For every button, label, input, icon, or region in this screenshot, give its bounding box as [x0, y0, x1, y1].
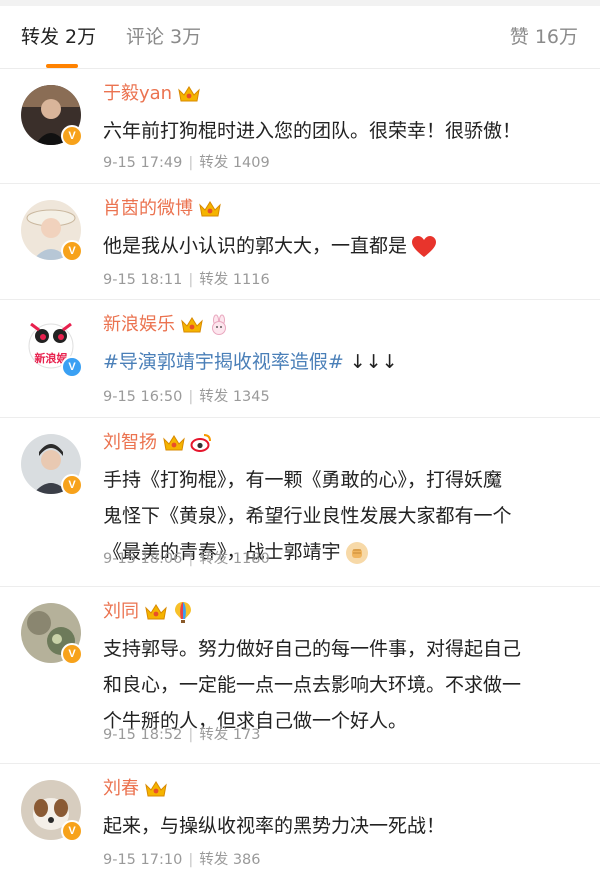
avatar[interactable]: V [21, 434, 83, 496]
verified-badge-icon: V [61, 356, 83, 378]
repost-count: 1116 [232, 272, 270, 288]
arrows-text: ↓↓↓ [343, 351, 398, 373]
repost-count: 386 [232, 852, 261, 868]
post-line: 起来，与操纵收视率的黑势力决一死战！ [103, 815, 446, 837]
verified-badge-icon: V [61, 820, 83, 842]
post-text: 六年前打狗棍时进入您的团队。很荣幸！很骄傲！ [103, 113, 583, 149]
tab-comment[interactable]: 评论 3万 [126, 24, 201, 50]
timestamp: 9-15 17:49 [103, 155, 183, 171]
red-heart-icon [412, 235, 437, 257]
post-line: 支持郭导。努力做好自己的每一件事，对得起自己 [103, 638, 522, 660]
repost-label: 转发 [199, 389, 229, 405]
hot-air-balloon-icon [175, 602, 191, 623]
timestamp: 9-15 18:06 [103, 551, 183, 567]
repost-label: 转发 [199, 727, 229, 743]
weibo-logo-icon [190, 434, 211, 452]
verified-badge-icon: V [61, 643, 83, 665]
repost-label: 转发 [199, 551, 229, 567]
crown-vip-icon [199, 201, 221, 217]
verified-badge-icon: V [61, 474, 83, 496]
active-tab-indicator [46, 64, 78, 68]
username[interactable]: 新浪娱乐 [103, 312, 175, 338]
crown-vip-icon [145, 604, 167, 620]
post-line: 他是我从小认识的郭大大，一直都是 [103, 228, 583, 264]
repost-label: 转发 [199, 852, 229, 868]
list-item: V 刘春 起来，与操纵收视率的黑势力决一死战！ 9-15 17:10 | 转发 38… [0, 764, 600, 882]
tab-bar: 转发 2万 评论 3万 赞 16万 [0, 6, 600, 69]
post-meta: 9-15 16:50 | 转发 1345 [103, 389, 270, 405]
repost-count: 1180 [232, 551, 270, 567]
post-meta: 9-15 18:11 | 转发 1116 [103, 272, 270, 288]
post-text: #导演郭靖宇揭收视率造假# ↓↓↓ [103, 344, 583, 380]
avatar[interactable]: V [21, 603, 83, 665]
list-item: V 刘同 支持郭导。努力做好自己的每一件事，对得起自己 和良心，一定能一点一点去… [0, 587, 600, 764]
username[interactable]: 刘智扬 [103, 430, 157, 456]
list-item: V 于毅yan 六年前打狗棍时进入您的团队。很荣幸！很骄傲！ 9-15 17:4… [0, 69, 600, 184]
post-line: #导演郭靖宇揭收视率造假# ↓↓↓ [103, 344, 583, 380]
timestamp: 9-15 17:10 [103, 852, 183, 868]
post-line: 六年前打狗棍时进入您的团队。很荣幸！很骄傲！ [103, 120, 522, 142]
tab-repost[interactable]: 转发 2万 [21, 24, 96, 50]
rabbit-icon [212, 314, 226, 335]
username[interactable]: 刘同 [103, 599, 139, 625]
post-line-text: 他是我从小认识的郭大大，一直都是 [103, 235, 408, 257]
avatar[interactable]: 新浪娱 V [21, 316, 83, 378]
post-meta: 9-15 18:52 | 转发 173 [103, 727, 261, 743]
repost-label: 转发 [199, 272, 229, 288]
repost-count: 1345 [232, 389, 270, 405]
repost-list: V 于毅yan 六年前打狗棍时进入您的团队。很荣幸！很骄傲！ 9-15 17:4… [0, 69, 600, 882]
timestamp: 9-15 16:50 [103, 389, 183, 405]
crown-vip-icon [181, 317, 203, 333]
hashtag-link[interactable]: #导演郭靖宇揭收视率造假# [103, 351, 344, 373]
username[interactable]: 于毅yan [103, 81, 172, 107]
crown-vip-icon [163, 435, 185, 451]
post-meta: 9-15 17:10 | 转发 386 [103, 852, 261, 868]
tab-like[interactable]: 赞 16万 [510, 24, 578, 50]
avatar[interactable]: V [21, 200, 83, 262]
post-line: 和良心，一定能一点一点去影响大环境。不求做一 [103, 674, 522, 696]
repost-count: 173 [232, 727, 261, 743]
timestamp: 9-15 18:52 [103, 727, 183, 743]
crown-vip-icon [145, 781, 167, 797]
username[interactable]: 刘春 [103, 776, 139, 802]
avatar[interactable]: V [21, 780, 83, 842]
verified-badge-icon: V [61, 125, 83, 147]
list-item: V 肖茵的微博 他是我从小认识的郭大大，一直都是 9-15 18:11 | 转发 1… [0, 184, 600, 300]
fist-icon [345, 541, 368, 564]
post-meta: 9-15 17:49 | 转发 1409 [103, 155, 270, 171]
avatar[interactable]: V [21, 85, 83, 147]
post-text: 起来，与操纵收视率的黑势力决一死战！ [103, 808, 583, 844]
post-line: 鬼怪下《黄泉》，希望行业良性发展大家都有一个 [103, 505, 512, 527]
post-meta: 9-15 18:06 | 转发 1180 [103, 551, 270, 567]
username[interactable]: 肖茵的微博 [103, 196, 193, 222]
list-item: V 刘智扬 手持《打狗棍》，有一颗《勇敢的心》，打得妖魔 鬼怪下《黄泉》，希望行… [0, 418, 600, 587]
post-text: 他是我从小认识的郭大大，一直都是 [103, 228, 583, 264]
repost-label: 转发 [199, 155, 229, 171]
list-item: 新浪娱 V 新浪娱乐 #导演郭靖宇揭收视率造假# ↓↓↓ 9-15 16:50 |… [0, 300, 600, 418]
timestamp: 9-15 18:11 [103, 272, 183, 288]
repost-count: 1409 [232, 155, 270, 171]
verified-badge-icon: V [61, 240, 83, 262]
crown-vip-icon [178, 86, 200, 102]
post-line: 手持《打狗棍》，有一颗《勇敢的心》，打得妖魔 [103, 469, 503, 491]
